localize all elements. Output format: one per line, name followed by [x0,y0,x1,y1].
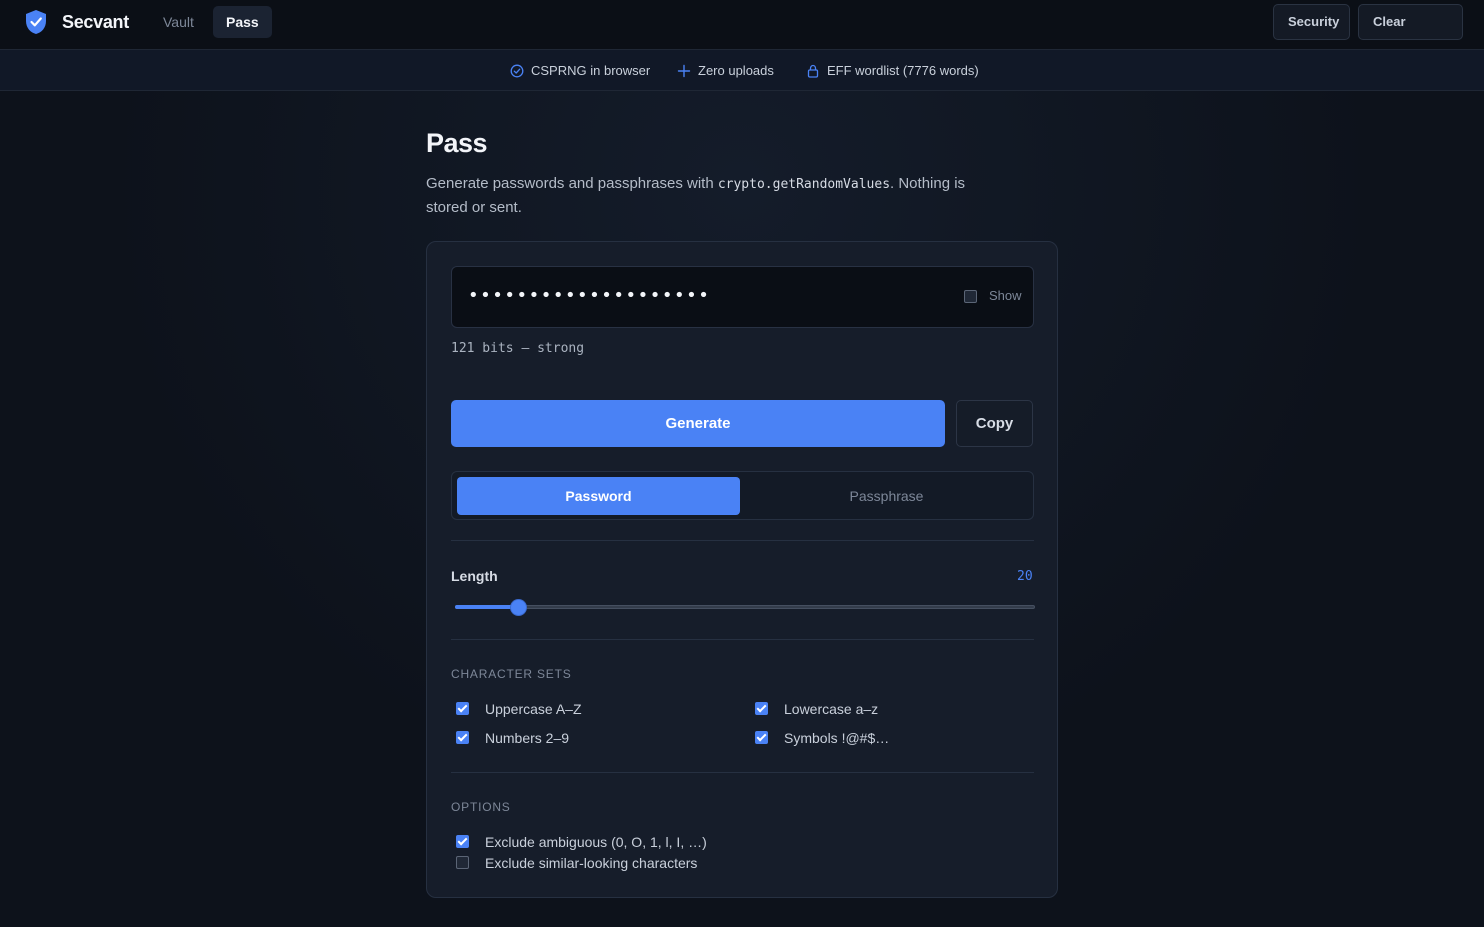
top-bar: Secvant Vault Pass Security Clear sessio… [0,0,1484,63]
checkbox-exclude-similar[interactable]: Exclude similar-looking characters [456,855,856,873]
info-item-zero-uploads: Zero uploads [677,62,777,80]
password-masked-value: •••••••••••••••••••• [468,285,711,306]
checkbox-symbols[interactable]: Symbols !@#$… [755,730,1015,748]
generate-button[interactable]: Generate [451,400,945,447]
info-item-label: EFF wordlist (7776 words) [827,63,979,78]
show-password-checkbox[interactable] [964,290,977,303]
info-item-csprng: CSPRNG in browser [510,62,650,80]
info-item-wordlist: EFF wordlist (7776 words) [806,62,986,80]
page-title: Pass [426,128,488,158]
checkbox-uppercase[interactable]: Uppercase A–Z [456,701,716,719]
nav-tab-pass[interactable]: Pass [213,6,272,38]
length-value: 20 [1017,569,1033,584]
show-password-label[interactable]: Show [989,288,1022,303]
lock-icon [807,64,819,78]
checkbox-box[interactable] [755,702,768,715]
length-slider-thumb[interactable] [511,600,527,615]
checkbox-label[interactable]: Lowercase a–z [784,701,878,717]
checkbox-lowercase[interactable]: Lowercase a–z [755,701,1015,719]
checkbox-label[interactable]: Symbols !@#$… [784,730,889,746]
length-slider-track[interactable] [455,605,1035,609]
plus-icon [677,64,691,78]
info-item-label: Zero uploads [698,63,774,78]
check-circle-icon [510,64,524,78]
info-item-label: CSPRNG in browser [531,63,651,78]
checkbox-label[interactable]: Exclude similar-looking characters [485,855,697,871]
checkbox-exclude-ambiguous[interactable]: Exclude ambiguous (0, O, 1, l, I, …) [456,834,856,852]
clear-session-button[interactable]: Clear session [1358,4,1463,63]
checkbox-numbers[interactable]: Numbers 2–9 [456,730,716,748]
mode-tab-passphrase[interactable]: Passphrase [745,477,1028,515]
length-slider-fill [455,605,519,609]
options-heading: OPTIONS [451,800,511,814]
checkbox-box[interactable] [456,856,469,869]
checkbox-label[interactable]: Exclude ambiguous (0, O, 1, l, I, …) [485,834,707,850]
length-label: Length [451,568,498,584]
divider [451,772,1034,773]
divider [451,639,1034,640]
page-description: Generate passwords and passphrases with … [426,172,966,219]
nav-tab-vault[interactable]: Vault [150,6,207,38]
checkbox-box[interactable] [755,731,768,744]
password-output[interactable]: •••••••••••••••••••• Show [451,266,1034,328]
checkbox-label[interactable]: Numbers 2–9 [485,730,569,746]
checkbox-box[interactable] [456,835,469,848]
brand-name[interactable]: Secvant [62,12,129,33]
shield-check-icon [26,10,46,34]
checkbox-box[interactable] [456,702,469,715]
entropy-readout: 121 bits — strong [451,341,585,356]
checkbox-box[interactable] [456,731,469,744]
generator-card: •••••••••••••••••••• Show 121 bits — str… [426,241,1058,898]
checkbox-label[interactable]: Uppercase A–Z [485,701,582,717]
copy-button[interactable]: Copy [956,400,1033,447]
info-bar: CSPRNG in browser Zero uploads EFF wordl… [0,50,1484,91]
security-button[interactable]: Security [1273,4,1350,40]
character-sets-heading: CHARACTER SETS [451,667,572,681]
desc-text-before: Generate passwords and passphrases with [426,175,718,192]
divider [451,540,1034,541]
desc-code: crypto.getRandomValues [717,177,891,192]
mode-switch: Password Passphrase [451,471,1034,520]
mode-tab-password[interactable]: Password [457,477,740,515]
